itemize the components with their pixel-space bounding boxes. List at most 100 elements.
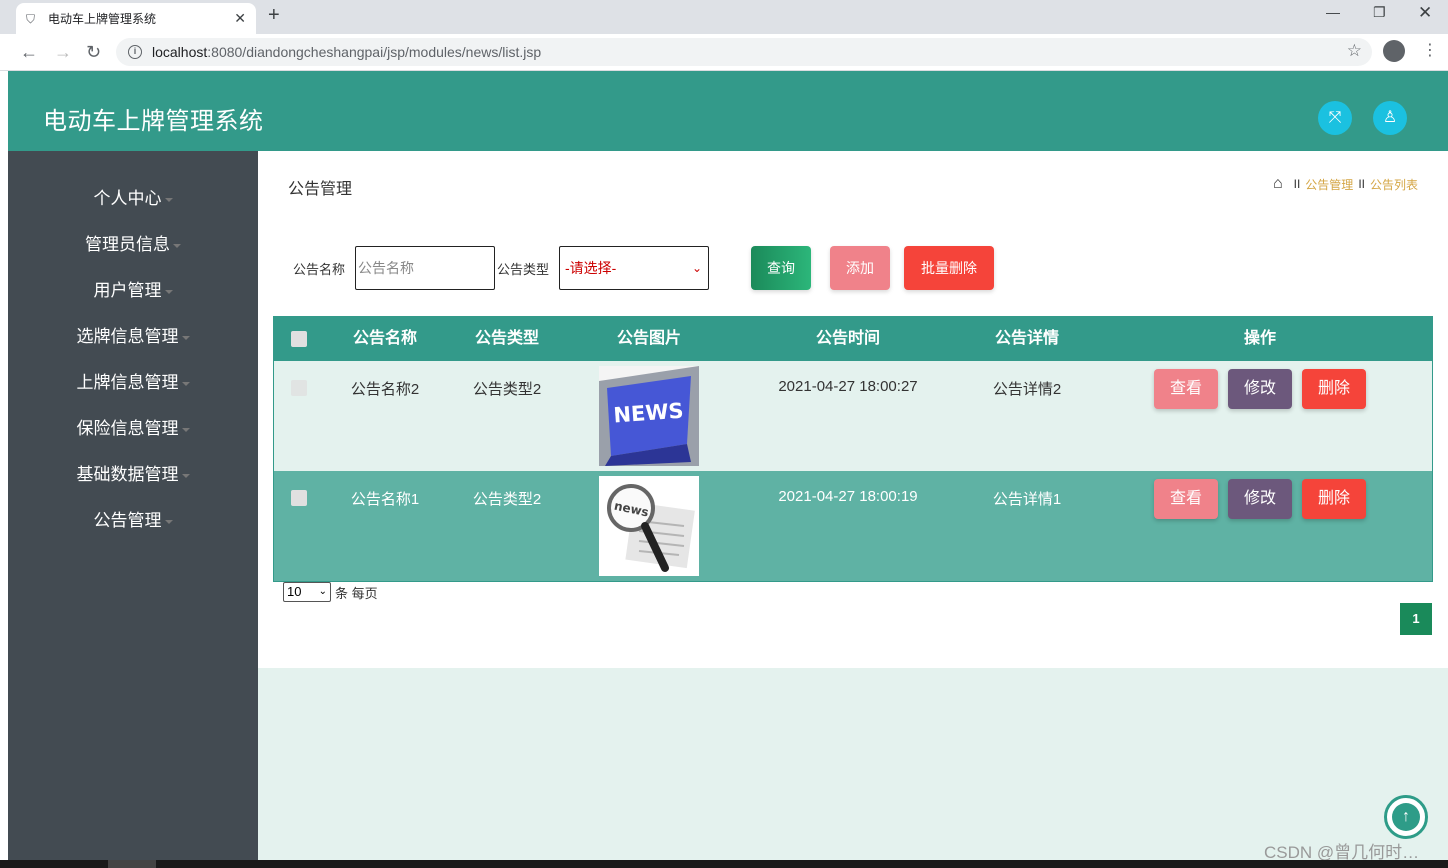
chevron-down-icon: ⌄ <box>691 261 702 275</box>
page-size-select[interactable]: 10 ⌄ <box>283 582 331 602</box>
per-page-label: 条 每页 <box>335 586 378 601</box>
main-content: 公告管理 ⌂ II 公告管理 II 公告列表 公告名称 公告名称 公告类型 -请… <box>258 151 1448 868</box>
cell-name: 公告名称1 <box>350 491 420 508</box>
select-all-checkbox[interactable] <box>291 331 307 347</box>
new-tab-icon[interactable]: + <box>268 4 280 27</box>
sidebar-item-label: 个人中心 <box>93 189 162 208</box>
caret-down-icon <box>164 197 173 202</box>
edit-button[interactable]: 修改 <box>1228 479 1292 519</box>
reload-icon[interactable]: ↻ <box>86 42 101 63</box>
taskbar-item[interactable] <box>108 860 156 868</box>
caret-down-icon <box>181 427 190 432</box>
list-panel: 公告管理 ⌂ II 公告管理 II 公告列表 公告名称 公告名称 公告类型 -请… <box>258 151 1448 668</box>
url-host: localhost <box>152 44 208 60</box>
breadcrumb-notice-list[interactable]: 公告列表 <box>1370 176 1418 193</box>
user-icon[interactable]: ♙ <box>1373 101 1407 135</box>
screen: { "browser": { "tab_title": "电动车上牌管理系统",… <box>0 0 1448 868</box>
view-button[interactable]: 查看 <box>1154 369 1218 409</box>
cell-type: 公告类型2 <box>472 491 542 508</box>
cell-name: 公告名称2 <box>350 381 420 398</box>
col-image-header: 公告图片 <box>616 330 681 347</box>
page-size-value: 10 <box>287 584 302 599</box>
sidebar-item-insurance[interactable]: 保险信息管理 <box>8 414 258 439</box>
add-button[interactable]: 添加 <box>830 246 890 290</box>
sidebar-item-label: 基础数据管理 <box>76 465 179 484</box>
cell-time: 2021-04-27 18:00:27 <box>778 378 918 395</box>
news-keyboard-image: NEWS <box>599 366 699 466</box>
sidebar-item-personal[interactable]: 个人中心 <box>8 184 258 209</box>
url-field[interactable]: i localhost:8080/diandongcheshangpai/jsp… <box>116 38 1372 66</box>
sidebar-item-base-data[interactable]: 基础数据管理 <box>8 460 258 485</box>
cell-detail: 公告详情1 <box>992 491 1062 508</box>
fullscreen-icon[interactable]: ⤧ <box>1318 101 1352 135</box>
back-to-top-button[interactable]: ↑ <box>1384 795 1428 839</box>
view-button[interactable]: 查看 <box>1154 479 1218 519</box>
breadcrumb-sep: II <box>1293 177 1301 191</box>
browser-tab-bar: ⛉ 电动车上牌管理系统 ✕ + — ❐ ✕ <box>0 0 1448 34</box>
sidebar-item-label: 公告管理 <box>93 511 162 530</box>
col-actions-header: 操作 <box>1243 330 1276 347</box>
type-search-label: 公告类型 <box>497 262 550 277</box>
col-type-header: 公告类型 <box>474 330 539 347</box>
caret-down-icon <box>164 289 173 294</box>
query-button[interactable]: 查询 <box>751 246 811 290</box>
sidebar-item-notices[interactable]: 公告管理 <box>8 506 258 531</box>
table-row: 公告名称2 公告类型2 NEWS 2021-04-27 18:00:27 公告详… <box>274 361 1432 471</box>
url-path: :8080/diandongcheshangpai/jsp/modules/ne… <box>207 44 542 60</box>
sidebar-item-label: 用户管理 <box>93 281 162 300</box>
sidebar-item-users[interactable]: 用户管理 <box>8 276 258 301</box>
info-icon[interactable]: i <box>128 45 142 59</box>
caret-down-icon <box>164 519 173 524</box>
window-close-icon[interactable]: ✕ <box>1418 3 1432 23</box>
table-row: 公告名称1 公告类型2 news 2021-04-27 18:00:19 公告详… <box>274 471 1432 581</box>
sidebar-item-label: 选牌信息管理 <box>76 327 179 346</box>
sidebar-item-plate-select[interactable]: 选牌信息管理 <box>8 322 258 347</box>
home-icon[interactable]: ⌂ <box>1273 175 1283 193</box>
caret-down-icon <box>181 473 190 478</box>
restore-icon[interactable]: ❐ <box>1373 4 1386 21</box>
cell-type: 公告类型2 <box>472 381 542 398</box>
breadcrumb-notice-mgmt[interactable]: 公告管理 <box>1305 176 1353 193</box>
delete-button[interactable]: 删除 <box>1302 369 1366 409</box>
edit-button[interactable]: 修改 <box>1228 369 1292 409</box>
svg-text:NEWS: NEWS <box>613 399 685 428</box>
browser-menu-icon[interactable]: ⋮ <box>1422 40 1438 60</box>
col-name-header: 公告名称 <box>352 330 417 347</box>
cell-detail: 公告详情2 <box>992 381 1062 398</box>
site-shield-icon: ⛉ <box>26 11 36 26</box>
page-1-button[interactable]: 1 <box>1400 603 1432 635</box>
sidebar-item-label: 管理员信息 <box>85 235 170 254</box>
caret-down-icon <box>181 381 190 386</box>
notice-table: 公告名称 公告类型 公告图片 公告时间 公告详情 操作 公告名称2 公告类型2 <box>273 316 1433 582</box>
browser-tab[interactable]: ⛉ 电动车上牌管理系统 ✕ <box>16 3 256 34</box>
type-select[interactable]: -请选择- ⌄ <box>559 246 709 290</box>
taskbar <box>0 860 1448 868</box>
account-avatar-icon[interactable] <box>1383 40 1405 62</box>
app-header: 电动车上牌管理系统 ⤧ ♙ <box>8 71 1448 151</box>
forward-icon[interactable]: → <box>54 42 72 63</box>
row-checkbox[interactable] <box>291 380 307 396</box>
bookmark-star-icon[interactable]: ☆ <box>1347 41 1362 61</box>
delete-button[interactable]: 删除 <box>1302 479 1366 519</box>
breadcrumb-sep: II <box>1358 177 1365 191</box>
sidebar-item-plate-register[interactable]: 上牌信息管理 <box>8 368 258 393</box>
page-title: 公告管理 <box>288 181 353 198</box>
cell-time: 2021-04-27 18:00:19 <box>778 488 918 505</box>
news-magnifier-image: news <box>599 476 699 576</box>
batch-delete-button[interactable]: 批量删除 <box>904 246 994 290</box>
sidebar-item-label: 上牌信息管理 <box>76 373 179 392</box>
name-search-input[interactable]: 公告名称 <box>355 246 495 290</box>
type-select-value: -请选择- <box>565 260 617 276</box>
caret-down-icon <box>173 243 181 248</box>
minimize-icon[interactable]: — <box>1326 4 1340 20</box>
table-header: 公告名称 公告类型 公告图片 公告时间 公告详情 操作 <box>274 317 1432 361</box>
app-title: 电动车上牌管理系统 <box>43 108 264 135</box>
row-checkbox[interactable] <box>291 490 307 506</box>
sidebar: 个人中心 管理员信息 用户管理 选牌信息管理 上牌信息管理 保险信息管理 基础数… <box>8 151 258 868</box>
arrow-up-icon: ↑ <box>1392 803 1420 831</box>
chevron-down-icon: ⌄ <box>318 586 327 597</box>
sidebar-item-admin[interactable]: 管理员信息 <box>8 230 258 255</box>
back-icon[interactable]: ← <box>20 42 38 63</box>
close-tab-icon[interactable]: ✕ <box>234 10 246 27</box>
caret-down-icon <box>181 335 190 340</box>
